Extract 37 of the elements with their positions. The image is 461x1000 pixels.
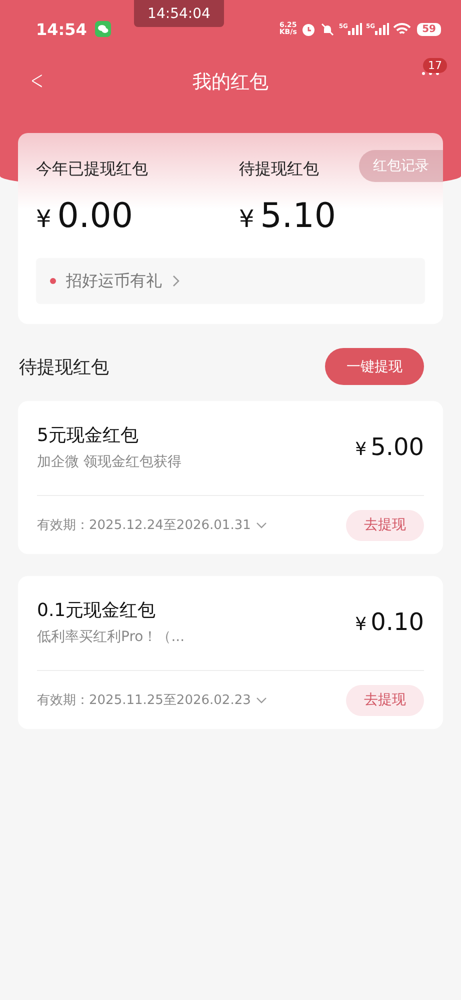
currency-sign: ¥ <box>36 205 52 233</box>
muted-bell-icon <box>320 22 335 36</box>
packet-title: 0.1元现金红包 <box>37 599 157 622</box>
packet-amount: 5.00 <box>370 433 424 461</box>
record-button[interactable]: 红包记录 <box>359 150 443 182</box>
page-title: 我的红包 <box>192 70 268 94</box>
validity-toggle[interactable]: 有效期：2025.11.25至2026.02.23 <box>37 691 267 709</box>
stat-label: 待提现红包 <box>239 159 319 180</box>
chevron-down-icon <box>256 522 267 528</box>
screenshot-time: 14:54:04 <box>134 0 224 27</box>
promo-link[interactable]: 招好运币有礼 <box>66 270 162 292</box>
stat-amount: 0.00 <box>57 196 133 236</box>
currency-sign: ¥ <box>239 205 254 233</box>
signal-icon <box>375 23 390 35</box>
alarm-icon <box>300 22 316 36</box>
packet-subtitle: 低利率买红利Pro！（... <box>37 628 185 646</box>
section-title: 待提现红包 <box>19 356 109 378</box>
withdraw-button[interactable]: 去提现 <box>346 510 424 540</box>
packet-amount: 0.10 <box>370 608 424 636</box>
wifi-icon <box>393 22 412 36</box>
status-time: 14:54 <box>36 20 87 38</box>
chat-app-icon <box>94 21 111 37</box>
notification-badge: 17 <box>423 58 447 73</box>
validity-toggle[interactable]: 有效期：2025.12.24至2026.01.31 <box>37 516 267 534</box>
currency-sign: ¥ <box>355 439 367 460</box>
stat-label: 今年已提现红包 <box>36 159 148 180</box>
currency-sign: ¥ <box>355 614 367 635</box>
back-button[interactable]: < <box>26 66 48 96</box>
withdraw-button[interactable]: 去提现 <box>346 684 424 716</box>
chevron-right-icon <box>172 275 180 287</box>
signal-icon <box>348 23 362 35</box>
packet-subtitle: 加企微 领现金红包获得 <box>37 453 182 471</box>
packet-title: 5元现金红包 <box>37 424 140 447</box>
stat-amount: 5.10 <box>260 196 336 236</box>
chevron-down-icon <box>256 696 267 704</box>
battery-level: 59 <box>417 22 441 36</box>
withdraw-all-button[interactable]: 一键提现 <box>325 348 424 385</box>
